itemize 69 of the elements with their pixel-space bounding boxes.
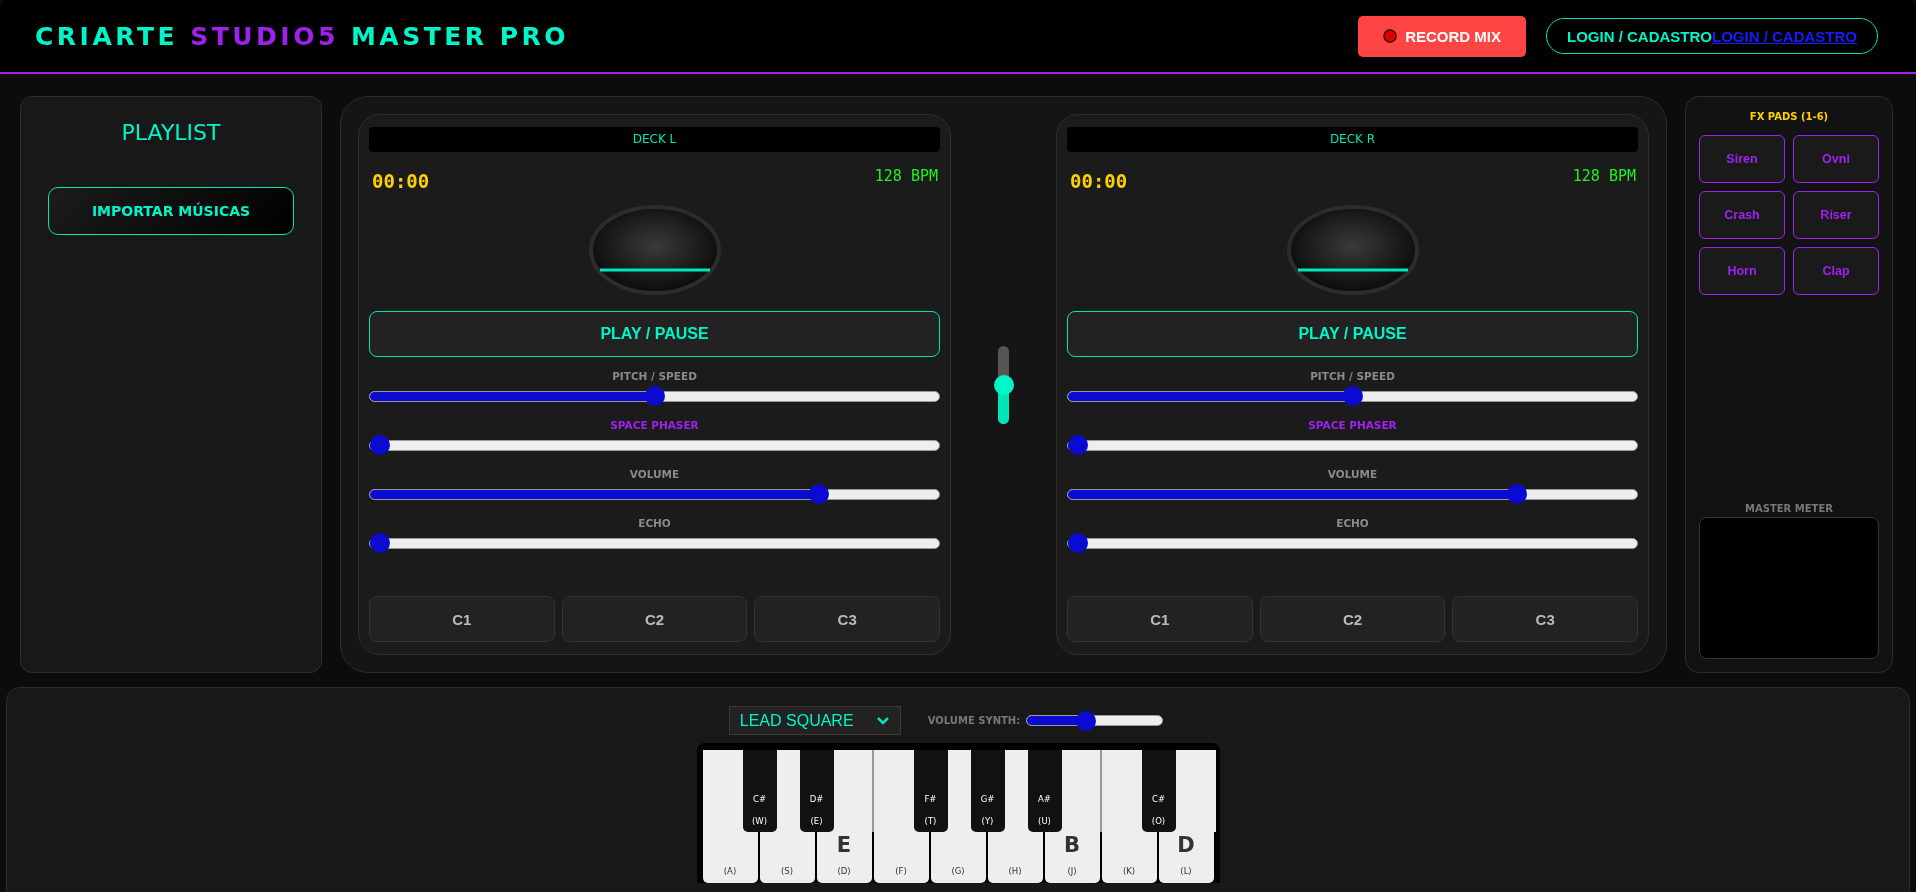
slider-thumb[interactable]	[1507, 484, 1528, 504]
deck-title: DECK L	[369, 127, 940, 152]
deck-title: DECK R	[1067, 127, 1638, 152]
slider[interactable]	[1067, 533, 1638, 553]
piano-key[interactable]: (H)	[987, 832, 1043, 883]
caret-icon	[875, 716, 890, 725]
cue-button[interactable]: C2	[561, 596, 748, 642]
slider-label: VOLUME	[1326, 467, 1379, 481]
bpm-display: 128 BPM	[874, 167, 938, 185]
cue-button[interactable]: C1	[369, 596, 555, 642]
preset-dropdown[interactable]: LEAD SQUARE	[728, 706, 901, 735]
slider[interactable]	[369, 533, 940, 553]
slider-label: ECHO	[637, 516, 672, 530]
slider-label: VOLUME SYNTH:	[927, 715, 1021, 726]
slider[interactable]	[1026, 710, 1164, 731]
slider[interactable]	[1067, 435, 1638, 455]
slider[interactable]	[369, 435, 940, 455]
slider-label: ECHO	[1335, 516, 1370, 530]
slider-label: VOLUME	[628, 467, 681, 481]
panel-title: FX PADS (1-6)	[1748, 111, 1830, 124]
login-label[interactable]: LOGIN / CADASTRO	[1567, 27, 1712, 45]
app-title: CRIARTE STUDIO5 MASTER PRO	[35, 21, 570, 51]
record-icon	[1383, 29, 1398, 43]
slider[interactable]	[369, 484, 940, 504]
slider-thumb[interactable]	[370, 533, 390, 553]
play-pause-button[interactable]: PLAY / PAUSE	[1067, 311, 1638, 357]
slider-label: PITCH / SPEED	[611, 369, 698, 383]
time-display: 00:00	[372, 170, 430, 192]
meter-label: MASTER METER	[1744, 503, 1834, 514]
slider-thumb[interactable]	[1068, 435, 1088, 455]
crossfader-slider[interactable]	[993, 346, 1014, 424]
slider-thumb[interactable]	[644, 386, 665, 406]
platter-drawing[interactable]	[1285, 204, 1420, 296]
piano-key[interactable]: (A)	[702, 832, 758, 883]
slider-label: PITCH / SPEED	[1309, 369, 1396, 383]
piano-key[interactable]: C# (W)	[742, 750, 777, 832]
piano-key[interactable]: (G)	[930, 832, 986, 883]
slider[interactable]	[1067, 386, 1638, 406]
piano-key[interactable]: D# (E)	[799, 750, 834, 832]
cue-button[interactable]: C3	[754, 596, 940, 642]
slider-thumb[interactable]	[993, 375, 1014, 395]
slider-thumb[interactable]	[1342, 386, 1363, 406]
piano-key[interactable]: G# (Y)	[970, 750, 1005, 832]
slider-thumb[interactable]	[809, 484, 830, 504]
piano-key[interactable]: D (L)	[1158, 832, 1214, 883]
cue-button[interactable]: C3	[1452, 596, 1638, 642]
piano-key[interactable]: E (D)	[816, 832, 872, 883]
slider-label: SPACE PHASER	[1307, 418, 1398, 432]
piano-key[interactable]: C# (O)	[1141, 750, 1176, 832]
cue-button[interactable]: C2	[1259, 596, 1446, 642]
slider-label: SPACE PHASER	[609, 418, 700, 432]
slider-thumb[interactable]	[1068, 533, 1088, 553]
slider[interactable]	[369, 386, 940, 406]
time-display: 00:00	[1070, 170, 1128, 192]
panel-title: PLAYLIST	[121, 120, 221, 145]
bpm-display: 128 BPM	[1572, 167, 1636, 185]
cue-button[interactable]: C1	[1067, 596, 1253, 642]
piano-key[interactable]: (S)	[759, 832, 815, 883]
piano-key[interactable]: A# (U)	[1027, 750, 1062, 832]
play-pause-button[interactable]: PLAY / PAUSE	[369, 311, 940, 357]
piano-key[interactable]: F# (T)	[913, 750, 948, 832]
import-button[interactable]: IMPORTAR MÚSICAS	[48, 187, 294, 235]
slider[interactable]	[1067, 484, 1638, 504]
piano-key[interactable]: (K)	[1101, 832, 1157, 883]
piano-key[interactable]: (F)	[873, 832, 929, 883]
slider-thumb[interactable]	[1075, 710, 1096, 731]
slider-thumb[interactable]	[370, 435, 390, 455]
platter-drawing[interactable]	[587, 204, 722, 296]
piano-key[interactable]: B (J)	[1044, 832, 1100, 883]
